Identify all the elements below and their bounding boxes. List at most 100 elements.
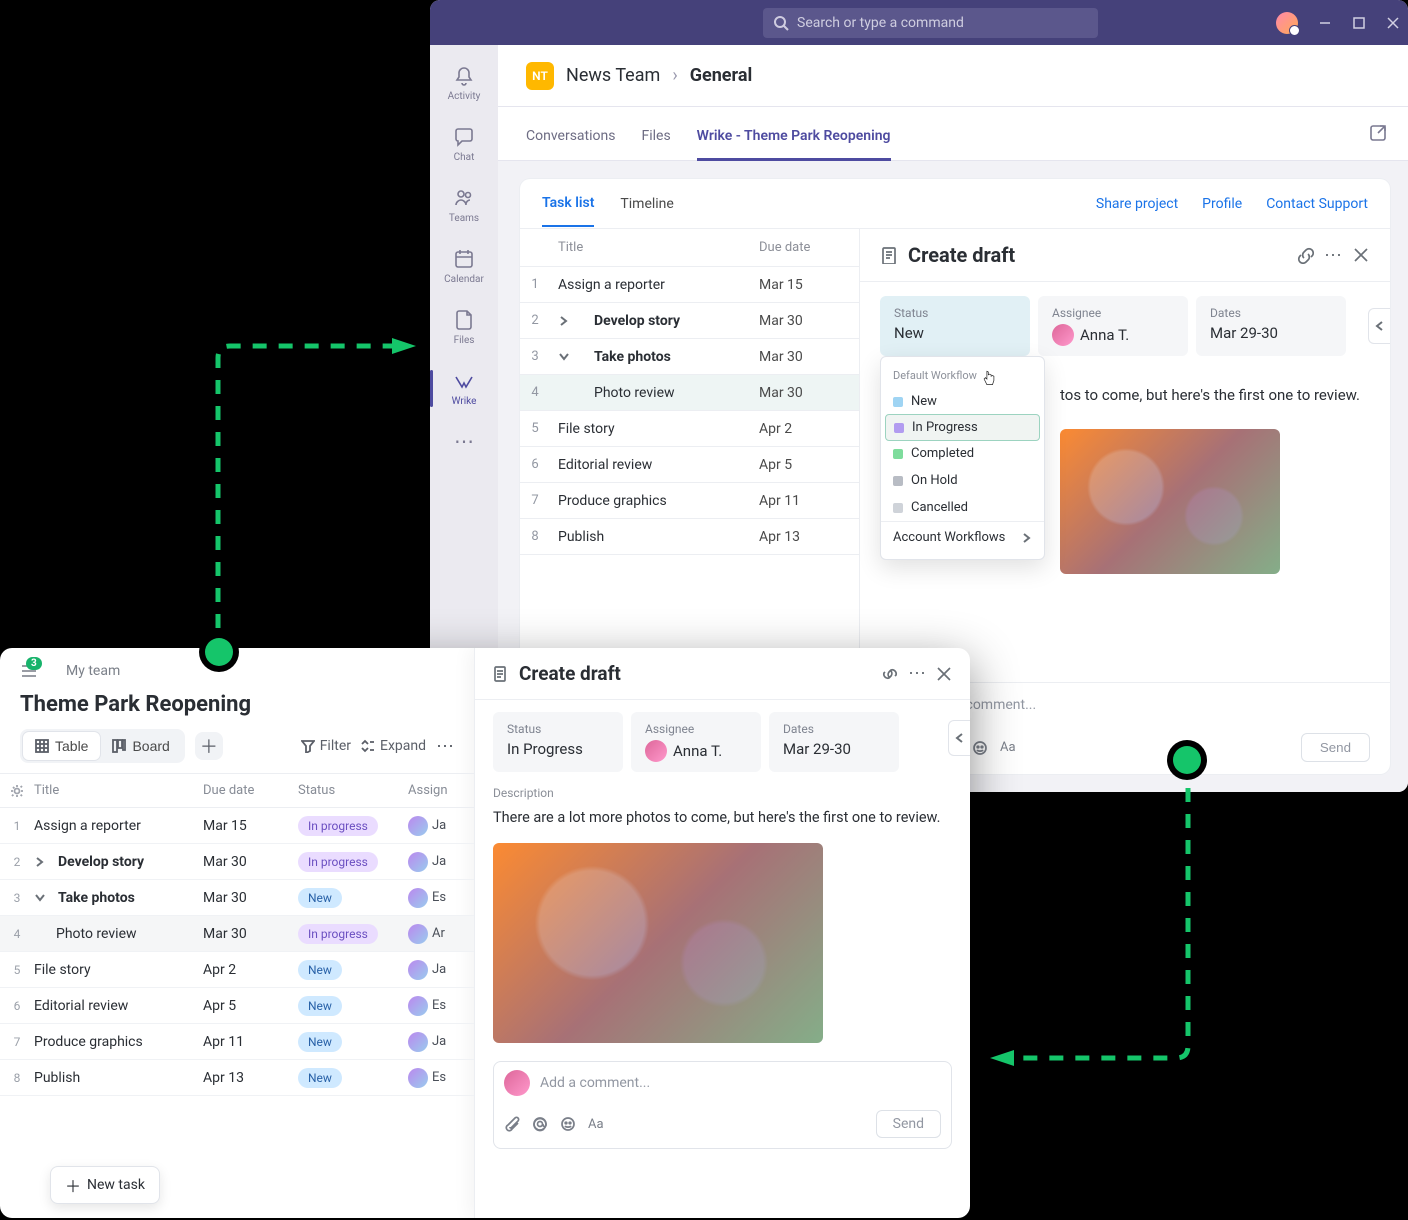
maximize-button[interactable] — [1352, 16, 1366, 30]
view-timeline[interactable]: Timeline — [620, 182, 673, 226]
link-share-project[interactable]: Share project — [1096, 196, 1178, 212]
close-icon[interactable] — [936, 666, 952, 682]
emoji-icon[interactable] — [560, 1116, 576, 1132]
table-row[interactable]: 4Photo reviewMar 30In progressAr — [0, 916, 474, 952]
attachment-image[interactable] — [493, 843, 823, 1043]
assignee-field[interactable]: Assignee Anna T. — [1038, 296, 1188, 356]
collapse-panel-button[interactable] — [948, 720, 970, 756]
rail-chat[interactable]: Chat — [430, 114, 498, 175]
table-settings-button[interactable] — [6, 784, 28, 798]
table-row[interactable]: 6Editorial reviewApr 5 — [520, 447, 859, 483]
row-assignee[interactable]: Ja — [408, 1032, 468, 1052]
row-assignee[interactable]: Ar — [408, 924, 468, 944]
more-icon[interactable]: ⋯ — [1324, 245, 1342, 266]
attach-icon[interactable] — [504, 1116, 520, 1132]
row-status[interactable]: In progress — [298, 924, 408, 944]
link-contact-support[interactable]: Contact Support — [1266, 196, 1368, 212]
tab-wrike[interactable]: Wrike - Theme Park Reopening — [697, 128, 891, 161]
status-option[interactable]: On Hold — [881, 467, 1044, 494]
description-text[interactable]: There are a lot more photos to come, but… — [475, 802, 970, 833]
col-status[interactable]: Status — [298, 783, 408, 798]
minimize-button[interactable] — [1318, 16, 1332, 30]
user-avatar[interactable] — [1276, 12, 1298, 34]
crumb-my-team[interactable]: My team — [66, 663, 120, 679]
col-due[interactable]: Due date — [759, 240, 859, 255]
col-due[interactable]: Due date — [203, 783, 298, 798]
table-row[interactable]: 7Produce graphicsApr 11 — [520, 483, 859, 519]
filter-button[interactable]: Filter — [301, 738, 351, 754]
search-input[interactable]: Search or type a command — [763, 8, 1098, 38]
formatting-icon[interactable]: Aa — [588, 1117, 604, 1132]
col-assignee[interactable]: Assign — [408, 783, 468, 798]
send-button[interactable]: Send — [876, 1110, 941, 1138]
dates-field[interactable]: Dates Mar 29-30 — [769, 712, 899, 772]
rail-files[interactable]: Files — [430, 297, 498, 358]
table-row[interactable]: 8PublishApr 13NewEs — [0, 1060, 474, 1096]
emoji-icon[interactable] — [972, 740, 988, 756]
new-task-button[interactable]: ＋ New task — [50, 1166, 160, 1204]
row-assignee[interactable]: Es — [408, 996, 468, 1016]
table-row[interactable]: 5File storyApr 2 — [520, 411, 859, 447]
table-row[interactable]: 1Assign a reporterMar 15In progressJa — [0, 808, 474, 844]
table-row[interactable]: 5File storyApr 2NewJa — [0, 952, 474, 988]
status-field[interactable]: Status New — [880, 296, 1030, 356]
status-option[interactable]: Cancelled — [881, 494, 1044, 521]
table-row[interactable]: 8PublishApr 13 — [520, 519, 859, 555]
row-assignee[interactable]: Ja — [408, 816, 468, 836]
status-option[interactable]: New — [881, 388, 1044, 415]
row-assignee[interactable]: Ja — [408, 960, 468, 980]
tab-conversations[interactable]: Conversations — [526, 128, 615, 160]
view-board[interactable]: Board — [100, 732, 181, 760]
popout-icon[interactable] — [1368, 123, 1388, 143]
status-field[interactable]: Status In Progress — [493, 712, 623, 772]
link-profile[interactable]: Profile — [1202, 196, 1242, 212]
table-row[interactable]: 7Produce graphicsApr 11NewJa — [0, 1024, 474, 1060]
row-status[interactable]: New — [298, 960, 408, 980]
status-option[interactable]: In Progress — [885, 414, 1040, 441]
row-assignee[interactable]: Es — [408, 888, 468, 908]
link-icon[interactable] — [1296, 246, 1314, 264]
team-name[interactable]: News Team — [566, 65, 660, 86]
dates-field[interactable]: Dates Mar 29-30 — [1196, 296, 1346, 356]
account-workflows-link[interactable]: Account Workflows — [881, 521, 1044, 553]
table-row[interactable]: 3Take photosMar 30 — [520, 339, 859, 375]
add-view-button[interactable]: ＋ — [195, 732, 223, 760]
attachment-image[interactable] — [1060, 429, 1280, 574]
link-icon[interactable] — [882, 666, 898, 682]
close-icon[interactable] — [1352, 246, 1370, 264]
table-row[interactable]: 6Editorial reviewApr 5NewEs — [0, 988, 474, 1024]
row-assignee[interactable]: Es — [408, 1068, 468, 1088]
row-status[interactable]: In progress — [298, 816, 408, 836]
rail-more[interactable]: ⋯ — [444, 419, 484, 463]
row-status[interactable]: In progress — [298, 852, 408, 872]
collapse-panel-button[interactable] — [1368, 308, 1390, 344]
table-row[interactable]: 3Take photosMar 30NewEs — [0, 880, 474, 916]
rail-wrike[interactable]: Wrike — [430, 358, 498, 419]
tab-files[interactable]: Files — [641, 128, 670, 160]
view-task-list[interactable]: Task list — [542, 181, 594, 227]
channel-name[interactable]: General — [690, 65, 753, 86]
send-button[interactable]: Send — [1301, 733, 1370, 762]
table-row[interactable]: 1Assign a reporterMar 15 — [520, 267, 859, 303]
col-title[interactable]: Title — [28, 783, 203, 798]
mention-icon[interactable] — [532, 1116, 548, 1132]
row-status[interactable]: New — [298, 996, 408, 1016]
table-row[interactable]: 2Develop storyMar 30 — [520, 303, 859, 339]
table-row[interactable]: 2Develop storyMar 30In progressJa — [0, 844, 474, 880]
status-option[interactable]: Completed — [881, 440, 1044, 467]
expand-button[interactable]: Expand — [361, 738, 426, 754]
view-table[interactable]: Table — [23, 732, 100, 760]
row-status[interactable]: New — [298, 1032, 408, 1052]
close-button[interactable] — [1386, 16, 1400, 30]
toolbar-more[interactable]: ⋯ — [436, 736, 454, 757]
rail-teams[interactable]: Teams — [430, 175, 498, 236]
rail-activity[interactable]: Activity — [430, 53, 498, 114]
comment-input[interactable]: Add a comment... — [540, 1075, 941, 1091]
row-assignee[interactable]: Ja — [408, 852, 468, 872]
col-title[interactable]: Title — [550, 240, 759, 255]
assignee-field[interactable]: Assignee Anna T. — [631, 712, 761, 772]
comment-input[interactable]: Add a comment... — [916, 689, 1370, 721]
rail-calendar[interactable]: Calendar — [430, 236, 498, 297]
more-icon[interactable]: ⋯ — [908, 663, 926, 684]
table-row[interactable]: 4Photo reviewMar 30 — [520, 375, 859, 411]
